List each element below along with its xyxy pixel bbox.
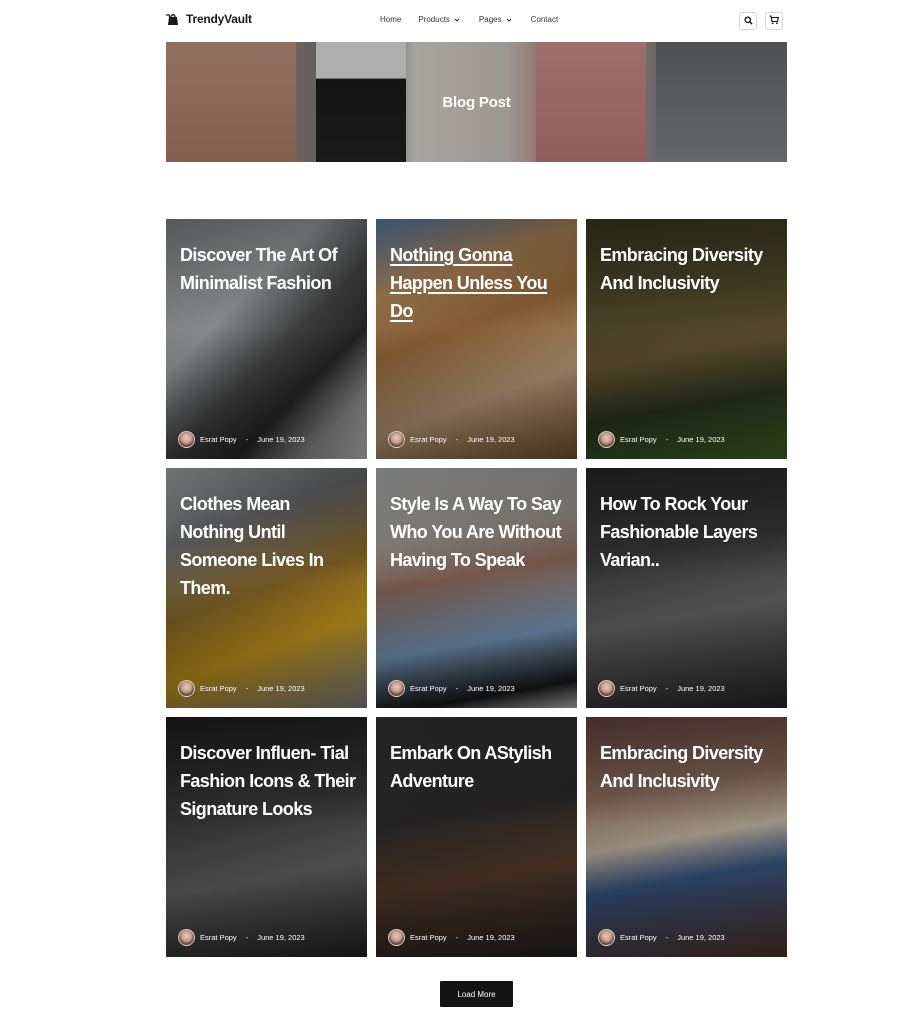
author-name: Esrat Popy bbox=[200, 933, 237, 942]
meta-separator: - bbox=[665, 933, 669, 942]
blog-card[interactable]: Discover The Art Of Minimalist Fashion E… bbox=[166, 219, 367, 459]
blog-card[interactable]: Embracing Diversity And Inclusivity Esra… bbox=[586, 219, 787, 459]
author-name: Esrat Popy bbox=[200, 684, 237, 693]
load-more-button[interactable]: Load More bbox=[440, 981, 513, 1007]
blog-card[interactable]: Embracing Diversity And Inclusivity Esra… bbox=[586, 717, 787, 957]
meta-separator: - bbox=[245, 684, 249, 693]
blog-card-meta: Esrat Popy - June 19, 2023 bbox=[388, 431, 515, 448]
blog-card-title[interactable]: Embracing Diversity And Inclusivity bbox=[600, 739, 777, 795]
author-avatar bbox=[388, 680, 405, 697]
author-avatar bbox=[598, 929, 615, 946]
blog-card-title[interactable]: How To Rock Your Fashionable Layers Vari… bbox=[600, 490, 777, 574]
menu-item-label: Pages bbox=[478, 15, 502, 24]
shopping-bag-icon bbox=[166, 12, 180, 26]
blog-card-meta: Esrat Popy - June 19, 2023 bbox=[598, 680, 725, 697]
menu-item-label: Products bbox=[418, 15, 450, 24]
post-date: June 19, 2023 bbox=[257, 933, 305, 942]
blog-card-meta: Esrat Popy - June 19, 2023 bbox=[178, 680, 305, 697]
page-title: Blog Post bbox=[442, 94, 511, 111]
chevron-down-icon bbox=[453, 16, 461, 24]
brand-logo[interactable]: TrendyVault bbox=[166, 12, 252, 26]
author-name: Esrat Popy bbox=[620, 933, 657, 942]
blog-card-title[interactable]: Style Is A Way To Say Who You Are Withou… bbox=[390, 490, 567, 574]
main-menu: Home Products Pages Contact bbox=[380, 15, 558, 24]
menu-item-products[interactable]: Products bbox=[418, 15, 461, 24]
menu-item-label: Contact bbox=[530, 15, 559, 24]
blog-post-grid: Discover The Art Of Minimalist Fashion E… bbox=[166, 219, 787, 957]
menu-item-pages[interactable]: Pages bbox=[479, 15, 513, 24]
blog-card-meta: Esrat Popy - June 19, 2023 bbox=[178, 929, 305, 946]
blog-card[interactable]: Discover Influen- Tial Fashion Icons & T… bbox=[166, 717, 367, 957]
menu-item-home[interactable]: Home bbox=[380, 15, 401, 24]
meta-separator: - bbox=[455, 933, 459, 942]
menu-item-contact[interactable]: Contact bbox=[531, 15, 559, 24]
meta-separator: - bbox=[455, 684, 459, 693]
blog-card-meta: Esrat Popy - June 19, 2023 bbox=[388, 680, 515, 697]
cart-icon bbox=[769, 12, 779, 30]
meta-separator: - bbox=[455, 435, 459, 444]
blog-card-title[interactable]: Nothing Gonna Happen Unless You Do bbox=[390, 241, 567, 325]
blog-card[interactable]: Clothes Mean Nothing Until Someone Lives… bbox=[166, 468, 367, 708]
author-name: Esrat Popy bbox=[410, 435, 447, 444]
blog-card-meta: Esrat Popy - June 19, 2023 bbox=[178, 431, 305, 448]
blog-card-meta: Esrat Popy - June 19, 2023 bbox=[388, 929, 515, 946]
author-name: Esrat Popy bbox=[620, 684, 657, 693]
post-date: June 19, 2023 bbox=[467, 933, 515, 942]
author-name: Esrat Popy bbox=[410, 933, 447, 942]
post-date: June 19, 2023 bbox=[677, 435, 725, 444]
chevron-down-icon bbox=[505, 16, 513, 24]
blog-card[interactable]: How To Rock Your Fashionable Layers Vari… bbox=[586, 468, 787, 708]
post-date: June 19, 2023 bbox=[677, 684, 725, 693]
author-name: Esrat Popy bbox=[620, 435, 657, 444]
brand-name: TrendyVault bbox=[186, 12, 252, 26]
menu-item-label: Home bbox=[380, 15, 402, 24]
author-avatar bbox=[178, 929, 195, 946]
blog-card[interactable]: Style Is A Way To Say Who You Are Withou… bbox=[376, 468, 577, 708]
post-date: June 19, 2023 bbox=[257, 684, 305, 693]
author-name: Esrat Popy bbox=[410, 684, 447, 693]
cart-button[interactable] bbox=[765, 12, 783, 30]
meta-separator: - bbox=[665, 684, 669, 693]
blog-card-title[interactable]: Discover Influen- Tial Fashion Icons & T… bbox=[180, 739, 357, 823]
top-navigation: TrendyVault Home Products Pages Contact bbox=[0, 0, 900, 42]
post-date: June 19, 2023 bbox=[467, 435, 515, 444]
search-icon bbox=[743, 12, 753, 30]
post-date: June 19, 2023 bbox=[677, 933, 725, 942]
author-name: Esrat Popy bbox=[200, 435, 237, 444]
blog-card-title[interactable]: Clothes Mean Nothing Until Someone Lives… bbox=[180, 490, 357, 602]
author-avatar bbox=[388, 431, 405, 448]
blog-card[interactable]: Nothing Gonna Happen Unless You Do Esrat… bbox=[376, 219, 577, 459]
meta-separator: - bbox=[245, 435, 249, 444]
blog-card-title[interactable]: Embark On AStylish Adventure bbox=[390, 739, 567, 795]
blog-card[interactable]: Embark On AStylish Adventure Esrat Popy … bbox=[376, 717, 577, 957]
blog-card-meta: Esrat Popy - June 19, 2023 bbox=[598, 929, 725, 946]
author-avatar bbox=[178, 431, 195, 448]
meta-separator: - bbox=[665, 435, 669, 444]
search-button[interactable] bbox=[739, 12, 757, 30]
blog-card-title[interactable]: Embracing Diversity And Inclusivity bbox=[600, 241, 777, 297]
author-avatar bbox=[598, 680, 615, 697]
author-avatar bbox=[598, 431, 615, 448]
post-date: June 19, 2023 bbox=[257, 435, 305, 444]
author-avatar bbox=[388, 929, 405, 946]
author-avatar bbox=[178, 680, 195, 697]
blog-card-title[interactable]: Discover The Art Of Minimalist Fashion bbox=[180, 241, 357, 297]
hero-banner: Blog Post bbox=[166, 42, 787, 162]
post-date: June 19, 2023 bbox=[467, 684, 515, 693]
meta-separator: - bbox=[245, 933, 249, 942]
blog-card-meta: Esrat Popy - June 19, 2023 bbox=[598, 431, 725, 448]
